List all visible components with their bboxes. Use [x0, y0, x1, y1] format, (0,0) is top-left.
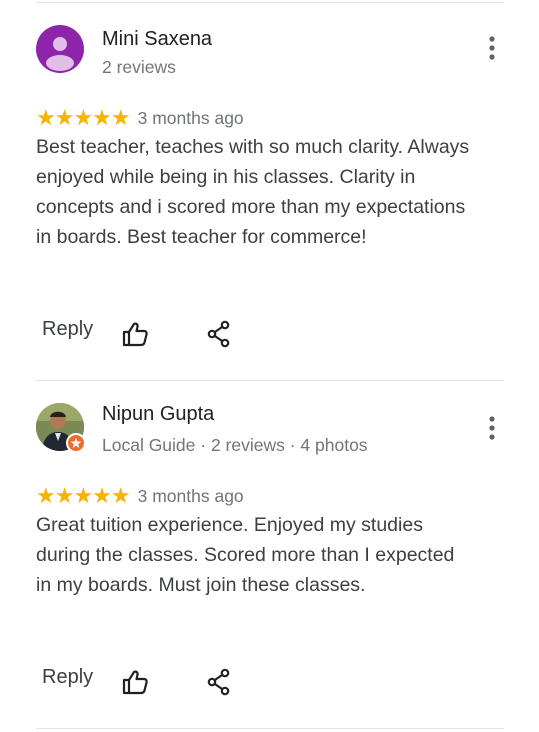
review-divider — [36, 380, 504, 381]
rating-row: ★★★★★ 3 months ago — [36, 483, 244, 509]
reviewer-name[interactable]: Mini Saxena — [102, 28, 212, 51]
person-silhouette-icon — [46, 37, 74, 71]
share-icon[interactable] — [206, 668, 232, 696]
rating-row: ★★★★★ 3 months ago — [36, 105, 244, 131]
thumb-up-icon[interactable] — [121, 320, 149, 348]
review-time: 3 months ago — [137, 107, 244, 128]
reply-button[interactable]: Reply — [42, 666, 93, 689]
avatar[interactable] — [36, 25, 84, 73]
bottom-divider — [36, 728, 504, 729]
reviewer-meta: Local Guide · 2 reviews · 4 photos — [102, 435, 368, 455]
reviewer-meta: 2 reviews — [102, 57, 176, 77]
local-guide-badge-icon — [66, 433, 86, 453]
star-rating: ★★★★★ — [36, 483, 131, 509]
more-vert-icon[interactable] — [482, 415, 502, 441]
top-divider — [36, 2, 504, 3]
review-text: Best teacher, teaches with so much clari… — [36, 136, 470, 248]
star-rating: ★★★★★ — [36, 105, 131, 131]
thumb-up-icon[interactable] — [121, 668, 149, 696]
review-time: 3 months ago — [137, 485, 244, 506]
reviewer-name[interactable]: Nipun Gupta — [102, 403, 214, 426]
review-text: Great tuition experience. Enjoyed my stu… — [36, 514, 455, 596]
reply-button[interactable]: Reply — [42, 318, 93, 341]
share-icon[interactable] — [206, 320, 232, 348]
more-vert-icon[interactable] — [482, 35, 502, 61]
